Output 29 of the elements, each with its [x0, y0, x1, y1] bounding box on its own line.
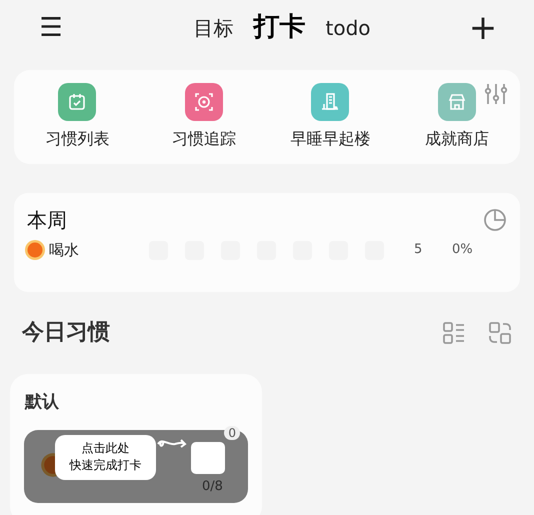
check-button[interactable] [191, 442, 225, 474]
settings-icon[interactable] [484, 82, 508, 106]
shortcut-button[interactable]: 习惯列表 [14, 83, 140, 151]
week-title: 本周 [27, 207, 67, 234]
list-view-icon[interactable] [442, 320, 466, 344]
tab[interactable]: 打卡 [253, 8, 306, 47]
tip-text: 快速完成打卡 [70, 457, 142, 474]
shortcut-button[interactable]: 习惯追踪 [140, 83, 267, 151]
pie-chart-icon[interactable] [483, 208, 507, 232]
shortcut-button[interactable]: 早睡早起楼 [267, 83, 394, 151]
add-button[interactable]: + [468, 10, 498, 44]
habit-count: 5 [414, 241, 424, 260]
section-title: 今日习惯 [22, 319, 110, 347]
target-icon [194, 92, 214, 112]
progress-label: 0/8 [202, 478, 223, 496]
shortcut-button[interactable]: 成就商店 [394, 83, 520, 151]
shop-icon [446, 92, 467, 112]
habit-name: 喝水 [49, 240, 80, 261]
calendar-icon [67, 92, 88, 112]
building-icon [320, 92, 340, 112]
group-title: 默认 [25, 391, 60, 414]
switch-layout-icon[interactable] [488, 320, 512, 344]
streak-label: 0 [224, 426, 240, 440]
habit-percent: 0% [452, 241, 473, 260]
tab[interactable]: 目标 [193, 12, 234, 42]
tip-text: 点击此处 [82, 440, 130, 457]
sun-icon [24, 239, 46, 261]
tab[interactable]: todo [325, 12, 370, 42]
menu-button[interactable]: ☰ [36, 14, 66, 40]
